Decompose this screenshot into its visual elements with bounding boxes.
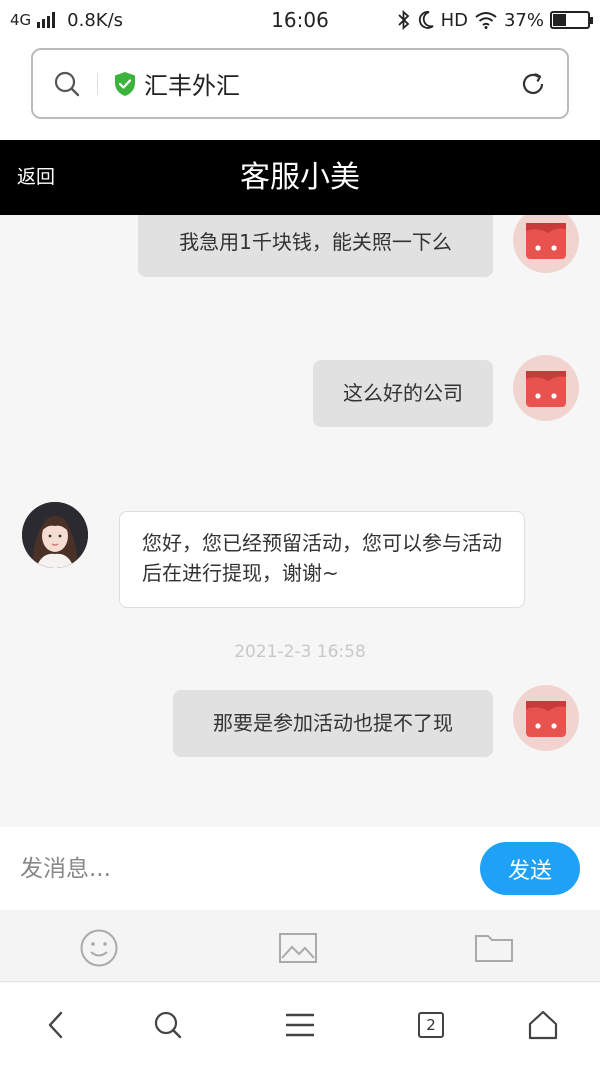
- nav-tabs-button[interactable]: 2: [413, 1007, 449, 1043]
- shield-check-icon: [115, 71, 135, 96]
- network-speed: 0.8K/s: [67, 9, 124, 31]
- folder-icon[interactable]: [474, 928, 514, 968]
- message-text: 那要是参加活动也提不了现: [213, 711, 453, 735]
- status-right: HD 37%: [397, 9, 593, 31]
- nav-search-button[interactable]: [150, 1007, 186, 1043]
- bluetooth-icon: [397, 10, 409, 30]
- user-avatar: [513, 685, 579, 751]
- battery-percent: 37%: [503, 9, 544, 31]
- tab-count: 2: [418, 1012, 444, 1038]
- address-bar[interactable]: 汇丰外汇: [31, 48, 569, 119]
- message-text: 我急用1千块钱，能关照一下么: [179, 230, 452, 254]
- agent-message-bubble: 您好，您已经预留活动，您可以参与活动后在进行提现，谢谢~: [119, 511, 525, 608]
- battery-level: [553, 14, 566, 26]
- user-avatar-icon: [526, 223, 566, 259]
- site-title[interactable]: 汇丰外汇: [144, 66, 519, 101]
- address-divider: [97, 72, 98, 95]
- image-icon[interactable]: [278, 928, 318, 968]
- message-input[interactable]: [20, 849, 460, 889]
- nav-back-button[interactable]: [38, 1007, 74, 1043]
- browser-toolbar: 汇丰外汇: [0, 40, 600, 140]
- menu-icon: [286, 1013, 314, 1037]
- home-icon: [528, 1010, 558, 1040]
- user-message-bubble: 我急用1千块钱，能关照一下么: [138, 215, 493, 277]
- agent-avatar-portrait: [22, 502, 88, 568]
- composer-tools: [0, 910, 600, 982]
- signal-icon: [37, 12, 56, 28]
- user-avatar-icon: [526, 701, 566, 737]
- search-icon[interactable]: [53, 70, 81, 98]
- nav-home-button[interactable]: [525, 1007, 561, 1043]
- user-avatar: [513, 355, 579, 421]
- moon-icon: [418, 11, 434, 29]
- message-timestamp: 2021-2-3 16:58: [234, 642, 366, 662]
- wifi-icon: [475, 12, 497, 29]
- agent-avatar: [22, 502, 88, 568]
- browser-nav-bar: 2: [0, 983, 600, 1067]
- chevron-left-icon: [48, 1011, 63, 1039]
- message-text: 这么好的公司: [343, 381, 463, 405]
- hd-indicator: HD: [440, 9, 468, 31]
- user-avatar: [513, 215, 579, 273]
- user-message-bubble: 这么好的公司: [313, 360, 493, 427]
- network-type: 4G: [10, 11, 32, 29]
- nav-menu-button[interactable]: [282, 1007, 318, 1043]
- search-icon: [154, 1011, 182, 1039]
- user-message-bubble: 那要是参加活动也提不了现: [173, 690, 493, 757]
- chat-header: 返回 客服小美: [0, 140, 600, 215]
- send-button[interactable]: 发送: [480, 842, 580, 895]
- user-avatar-icon: [526, 371, 566, 407]
- message-list[interactable]: 我急用1千块钱，能关照一下么 这么好的公司 您好，您已经预留活动，您可以参与活动…: [0, 215, 600, 827]
- chat-title: 客服小美: [240, 160, 360, 195]
- message-text: 您好，您已经预留活动，您可以参与活动后在进行提现，谢谢~: [142, 531, 502, 585]
- status-bar: 4G 0.8K/s 16:06 HD 37%: [0, 0, 600, 40]
- composer: 发送: [0, 827, 600, 910]
- status-left: 4G 0.8K/s: [10, 10, 123, 31]
- emoji-icon[interactable]: [79, 928, 119, 968]
- battery-icon: [550, 11, 593, 29]
- reload-icon[interactable]: [519, 70, 547, 98]
